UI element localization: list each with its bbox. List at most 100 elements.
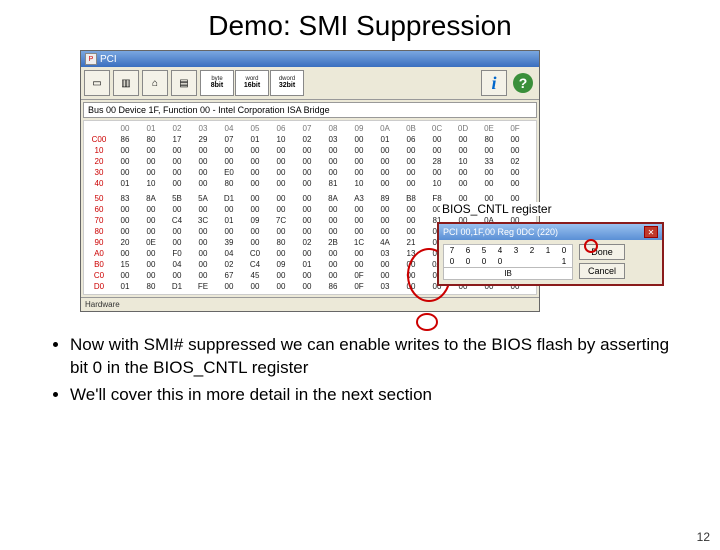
hex-cell[interactable]: 00 xyxy=(346,134,372,145)
hex-cell[interactable]: 00 xyxy=(190,145,216,156)
hex-cell[interactable]: 5A xyxy=(190,193,216,204)
width-button[interactable]: dword32bit xyxy=(270,70,304,96)
hex-cell[interactable]: 00 xyxy=(268,270,294,281)
hex-cell[interactable]: 00 xyxy=(138,270,164,281)
hex-cell[interactable]: 00 xyxy=(398,226,424,237)
hex-cell[interactable]: 81 xyxy=(320,178,346,189)
hex-cell[interactable]: 00 xyxy=(346,226,372,237)
hex-cell[interactable]: 80 xyxy=(216,178,242,189)
bit-value[interactable] xyxy=(508,256,524,267)
hex-cell[interactable]: 5B xyxy=(164,193,190,204)
hex-cell[interactable]: B8 xyxy=(398,193,424,204)
hex-cell[interactable]: 00 xyxy=(320,156,346,167)
hex-cell[interactable]: C4 xyxy=(242,259,268,270)
hex-cell[interactable]: 00 xyxy=(268,248,294,259)
hex-cell[interactable]: 83 xyxy=(112,193,138,204)
hex-cell[interactable]: 09 xyxy=(268,259,294,270)
hex-cell[interactable]: 01 xyxy=(112,281,138,292)
hex-cell[interactable]: 00 xyxy=(398,215,424,226)
hex-cell[interactable]: 00 xyxy=(242,178,268,189)
hex-cell[interactable]: 02 xyxy=(216,259,242,270)
hex-cell[interactable]: 00 xyxy=(138,226,164,237)
toolbar-button-2[interactable]: ▥ xyxy=(113,70,139,96)
toolbar-button-3[interactable]: ⌂ xyxy=(142,70,168,96)
hex-cell[interactable]: C0 xyxy=(242,248,268,259)
hex-cell[interactable]: 00 xyxy=(268,178,294,189)
hex-cell[interactable]: 45 xyxy=(242,270,268,281)
hex-cell[interactable]: E0 xyxy=(216,167,242,178)
hex-cell[interactable]: 21 xyxy=(398,237,424,248)
hex-cell[interactable]: FE xyxy=(190,281,216,292)
hex-cell[interactable]: 02 xyxy=(294,237,320,248)
hex-cell[interactable]: 17 xyxy=(164,134,190,145)
hex-cell[interactable]: 00 xyxy=(138,145,164,156)
hex-cell[interactable]: 00 xyxy=(398,167,424,178)
hex-cell[interactable]: 00 xyxy=(138,204,164,215)
hex-cell[interactable]: 00 xyxy=(450,134,476,145)
hex-cell[interactable]: 00 xyxy=(294,226,320,237)
hex-cell[interactable]: 00 xyxy=(294,167,320,178)
hex-cell[interactable]: 00 xyxy=(294,193,320,204)
hex-cell[interactable]: 00 xyxy=(398,178,424,189)
hex-cell[interactable]: 00 xyxy=(424,167,450,178)
hex-cell[interactable]: 00 xyxy=(216,156,242,167)
hex-cell[interactable]: 00 xyxy=(112,226,138,237)
hex-cell[interactable]: 00 xyxy=(164,145,190,156)
hex-cell[interactable]: 00 xyxy=(372,270,398,281)
hex-cell[interactable]: 00 xyxy=(138,248,164,259)
hex-cell[interactable]: A3 xyxy=(346,193,372,204)
hex-cell[interactable]: 67 xyxy=(216,270,242,281)
hex-cell[interactable]: 00 xyxy=(190,248,216,259)
bit-value[interactable]: 0 xyxy=(460,256,476,267)
hex-cell[interactable]: 00 xyxy=(164,237,190,248)
hex-cell[interactable]: 00 xyxy=(372,259,398,270)
hex-cell[interactable]: 00 xyxy=(216,145,242,156)
hex-cell[interactable]: 00 xyxy=(216,226,242,237)
hex-cell[interactable]: 00 xyxy=(476,178,502,189)
hex-cell[interactable]: 00 xyxy=(112,167,138,178)
width-button[interactable]: word16bit xyxy=(235,70,269,96)
close-icon[interactable]: ✕ xyxy=(644,226,658,238)
hex-cell[interactable]: 01 xyxy=(372,134,398,145)
hex-cell[interactable]: 00 xyxy=(138,259,164,270)
hex-cell[interactable]: 00 xyxy=(320,270,346,281)
hex-cell[interactable]: 8A xyxy=(320,193,346,204)
hex-cell[interactable]: 03 xyxy=(372,281,398,292)
hex-cell[interactable]: 00 xyxy=(268,281,294,292)
hex-cell[interactable]: 20 xyxy=(112,237,138,248)
hex-cell[interactable]: 00 xyxy=(346,248,372,259)
hex-cell[interactable]: 00 xyxy=(398,145,424,156)
hex-cell[interactable]: 01 xyxy=(112,178,138,189)
hex-cell[interactable]: 00 xyxy=(424,134,450,145)
help-button[interactable]: ? xyxy=(510,70,536,96)
hex-cell[interactable]: D1 xyxy=(164,281,190,292)
hex-cell[interactable]: 00 xyxy=(216,281,242,292)
hex-cell[interactable]: 15 xyxy=(112,259,138,270)
hex-cell[interactable]: 00 xyxy=(190,204,216,215)
hex-cell[interactable]: 86 xyxy=(112,134,138,145)
bit-value[interactable]: 0 xyxy=(476,256,492,267)
hex-cell[interactable]: 00 xyxy=(502,134,528,145)
hex-cell[interactable]: 00 xyxy=(502,145,528,156)
hex-cell[interactable]: 00 xyxy=(398,156,424,167)
hex-cell[interactable]: 3C xyxy=(190,215,216,226)
hex-cell[interactable]: 00 xyxy=(476,167,502,178)
hex-cell[interactable]: 00 xyxy=(398,204,424,215)
hex-cell[interactable]: 39 xyxy=(216,237,242,248)
hex-cell[interactable]: 00 xyxy=(242,145,268,156)
hex-cell[interactable]: 01 xyxy=(294,259,320,270)
hex-cell[interactable]: 00 xyxy=(320,226,346,237)
hex-cell[interactable]: 00 xyxy=(190,167,216,178)
hex-cell[interactable]: 10 xyxy=(268,134,294,145)
bit-value[interactable]: 0 xyxy=(492,256,508,267)
hex-cell[interactable]: 00 xyxy=(450,178,476,189)
hex-cell[interactable]: 00 xyxy=(268,167,294,178)
hex-cell[interactable]: 01 xyxy=(242,134,268,145)
hex-cell[interactable]: 00 xyxy=(372,167,398,178)
hex-cell[interactable]: 00 xyxy=(112,270,138,281)
hex-cell[interactable]: 00 xyxy=(346,259,372,270)
hex-cell[interactable]: 00 xyxy=(138,156,164,167)
hex-cell[interactable]: 00 xyxy=(190,156,216,167)
hex-cell[interactable]: 00 xyxy=(450,145,476,156)
hex-cell[interactable]: 00 xyxy=(112,204,138,215)
